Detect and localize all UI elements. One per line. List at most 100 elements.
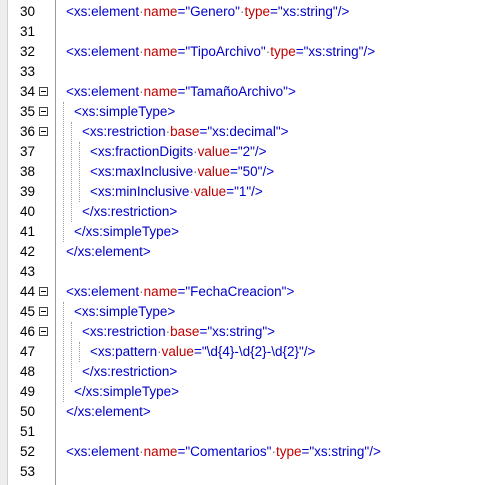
code-token: ="xs:string"/> xyxy=(269,4,350,19)
code-token: <xs:simpleType> xyxy=(74,104,176,119)
line-number: 33 xyxy=(19,64,35,79)
code-text: <xs:minInclusive·value="1"/> xyxy=(90,184,263,200)
line-number: 52 xyxy=(19,444,35,459)
code-text: <xs:restriction·base="xs:decimal"> xyxy=(82,124,289,140)
code-line[interactable]: 37 <xs:fractionDigits·value="2"/> xyxy=(0,142,486,162)
code-line[interactable]: 33 xyxy=(0,62,486,82)
code-token: <xs:element xyxy=(66,44,140,59)
line-number: 41 xyxy=(19,224,35,239)
code-token: <xs:element xyxy=(66,444,140,459)
line-number: 46 xyxy=(19,324,35,339)
code-text: <xs:element·name="Comentarios"·type="xs:… xyxy=(66,444,381,460)
code-token: <xs:element xyxy=(66,284,140,299)
code-line[interactable]: 47 <xs:pattern·value="\d{4}-\d{2}-\d{2}"/… xyxy=(0,342,486,362)
code-token: ="Genero" xyxy=(177,4,240,19)
code-token: type xyxy=(275,444,302,459)
code-token: type xyxy=(244,4,270,19)
code-line[interactable]: 35 <xs:simpleType> xyxy=(0,102,486,122)
fold-collapse-icon[interactable] xyxy=(39,287,48,296)
code-text: </xs:restriction> xyxy=(82,364,177,380)
code-token: ="xs:string"/> xyxy=(301,444,381,459)
code-line[interactable]: 51 xyxy=(0,422,486,442)
code-line[interactable]: 32 <xs:element·name="TipoArchivo"·type="x… xyxy=(0,42,486,62)
code-line[interactable]: 40 </xs:restriction> xyxy=(0,202,486,222)
code-line[interactable]: 36 <xs:restriction·base="xs:decimal"> xyxy=(0,122,486,142)
line-number: 45 xyxy=(19,304,35,319)
code-text: </xs:restriction> xyxy=(82,204,177,220)
code-text: <xs:maxInclusive·value="50"/> xyxy=(90,164,274,180)
code-token: </xs:element> xyxy=(66,244,151,259)
fold-collapse-icon[interactable] xyxy=(39,307,48,316)
code-line[interactable]: 43 xyxy=(0,262,486,282)
indent-guide xyxy=(71,122,72,222)
fold-collapse-icon[interactable] xyxy=(39,127,48,136)
code-token: ="TamañoArchivo"> xyxy=(177,84,296,99)
code-token: <xs:fractionDigits xyxy=(90,144,194,159)
code-line[interactable]: 30 <xs:element·name="Genero"·type="xs:str… xyxy=(0,2,486,22)
code-line[interactable]: 52 <xs:element·name="Comentarios"·type="x… xyxy=(0,442,486,462)
code-token: base xyxy=(170,124,200,139)
line-number: 50 xyxy=(19,404,35,419)
code-text: <xs:element·name="TipoArchivo"·type="xs:… xyxy=(66,44,375,60)
code-token: name xyxy=(143,284,178,299)
code-editor[interactable]: 30 <xs:element·name="Genero"·type="xs:str… xyxy=(0,0,486,485)
code-token: ="TipoArchivo" xyxy=(177,44,266,59)
code-token: <xs:maxInclusive xyxy=(90,164,194,179)
code-token: </xs:simpleType> xyxy=(74,384,180,399)
code-token: </xs:restriction> xyxy=(82,364,178,379)
code-text: </xs:simpleType> xyxy=(74,384,179,400)
code-text: <xs:element·name="TamañoArchivo"> xyxy=(66,84,296,100)
code-line[interactable]: 39 <xs:minInclusive·value="1"/> xyxy=(0,182,486,202)
code-text: <xs:element·name="FechaCreacion"> xyxy=(66,284,294,300)
code-token: ="50"/> xyxy=(229,164,275,179)
line-number: 51 xyxy=(19,424,35,439)
code-line[interactable]: 53 xyxy=(0,462,486,482)
code-text: <xs:fractionDigits·value="2"/> xyxy=(90,144,267,160)
line-number: 37 xyxy=(19,144,35,159)
code-line[interactable]: 31 xyxy=(0,22,486,42)
line-number: 34 xyxy=(19,84,35,99)
code-text: <xs:pattern·value="\d{4}-\d{2}-\d{2}"/> xyxy=(90,344,315,360)
code-token: name xyxy=(143,444,178,459)
code-line[interactable]: 46 <xs:restriction·base="xs:string"> xyxy=(0,322,486,342)
line-number: 42 xyxy=(19,244,35,259)
code-token: </xs:element> xyxy=(66,404,151,419)
fold-collapse-icon[interactable] xyxy=(39,107,48,116)
line-number: 53 xyxy=(19,464,35,479)
code-token: <xs:minInclusive xyxy=(90,184,190,199)
line-number: 40 xyxy=(19,204,35,219)
code-token: <xs:restriction xyxy=(82,124,166,139)
code-text: </xs:simpleType> xyxy=(74,224,179,240)
code-token: ="xs:string"> xyxy=(199,324,276,339)
code-token: name xyxy=(143,84,178,99)
line-number: 44 xyxy=(19,284,35,299)
line-number: 35 xyxy=(19,104,35,119)
code-token: ="xs:string"/> xyxy=(295,44,376,59)
code-token: base xyxy=(170,324,200,339)
code-token: value xyxy=(197,144,230,159)
code-text: </xs:element> xyxy=(66,404,151,420)
code-token: <xs:element xyxy=(66,4,140,19)
line-number: 38 xyxy=(19,164,35,179)
code-token: value xyxy=(197,164,230,179)
code-token: ="\d{4}-\d{2}-\d{2}"/> xyxy=(193,344,316,359)
line-number: 30 xyxy=(19,4,35,19)
code-token: </xs:simpleType> xyxy=(74,224,180,239)
code-line[interactable]: 41 </xs:simpleType> xyxy=(0,222,486,242)
code-text: <xs:element·name="Genero"·type="xs:strin… xyxy=(66,4,349,20)
code-line[interactable]: 38 <xs:maxInclusive·value="50"/> xyxy=(0,162,486,182)
code-line[interactable]: 42 </xs:element> xyxy=(0,242,486,262)
code-line[interactable]: 48 </xs:restriction> xyxy=(0,362,486,382)
code-line[interactable]: 45 <xs:simpleType> xyxy=(0,302,486,322)
fold-collapse-icon[interactable] xyxy=(39,87,48,96)
code-line[interactable]: 44 <xs:element·name="FechaCreacion"> xyxy=(0,282,486,302)
code-line[interactable]: 50 </xs:element> xyxy=(0,402,486,422)
code-token: <xs:simpleType> xyxy=(74,304,176,319)
line-number: 39 xyxy=(19,184,35,199)
code-text: <xs:simpleType> xyxy=(74,304,175,320)
code-line[interactable]: 49 </xs:simpleType> xyxy=(0,382,486,402)
code-line[interactable]: 34 <xs:element·name="TamañoArchivo"> xyxy=(0,82,486,102)
fold-collapse-icon[interactable] xyxy=(39,327,48,336)
code-token: ="Comentarios" xyxy=(177,444,272,459)
code-token: ="xs:decimal"> xyxy=(199,124,289,139)
